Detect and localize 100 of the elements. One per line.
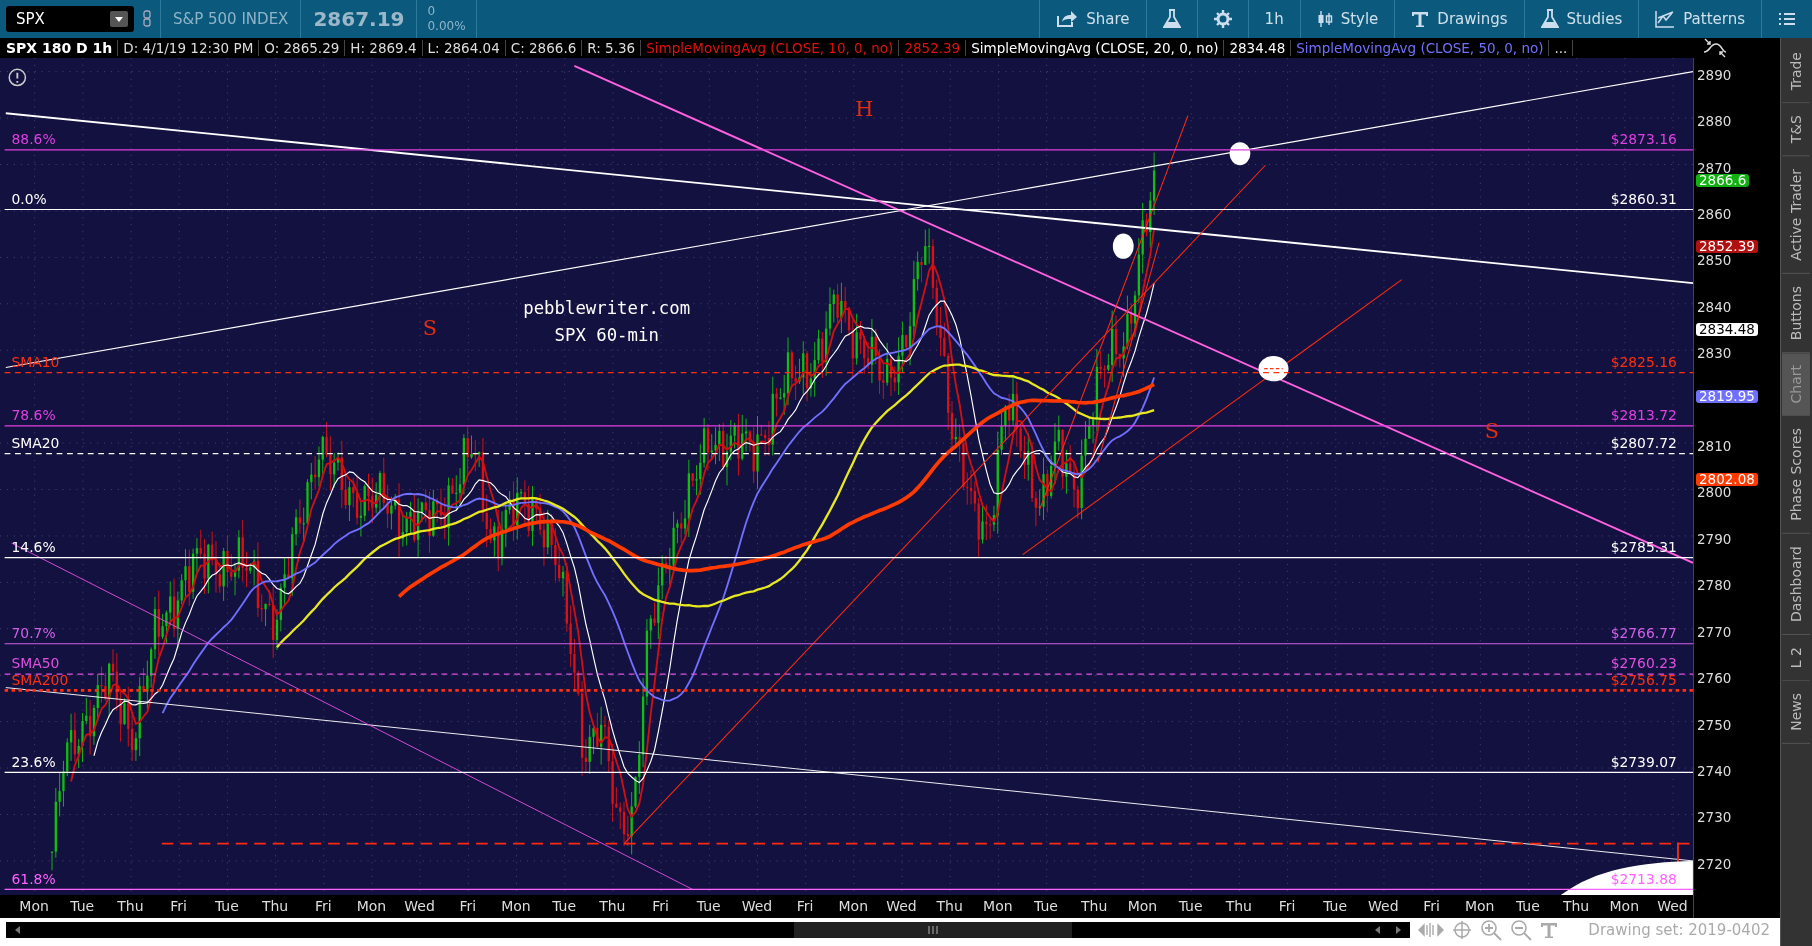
text-icon bbox=[1411, 10, 1430, 28]
study-name: SimpleMovingAvg (CLOSE, 10, 0, no) bbox=[641, 40, 900, 56]
level-label: 78.6% bbox=[11, 407, 56, 423]
axis-label: Wed bbox=[403, 897, 436, 916]
price-label: $2739.07 bbox=[1610, 753, 1677, 770]
axis-label: Tue bbox=[1033, 897, 1059, 916]
study-value: 2834.48 bbox=[1224, 40, 1292, 56]
ohlc-field: D: 4/1/19 12:30 PM bbox=[118, 40, 260, 56]
price-label: $2807.72 bbox=[1610, 434, 1677, 451]
chart-annotation: S bbox=[422, 316, 437, 341]
axis-label: 2790 bbox=[1697, 532, 1732, 545]
axis-label: Thu bbox=[1080, 897, 1109, 916]
percent-change: 0.00% bbox=[427, 19, 466, 34]
symbol-dropdown[interactable]: SPX bbox=[6, 6, 134, 32]
study-value: 2852.39 bbox=[899, 40, 967, 56]
price-label: $2756.75 bbox=[1610, 671, 1677, 688]
price-badge: 2819.95 bbox=[1696, 390, 1758, 404]
axis-label: 2880 bbox=[1697, 115, 1732, 128]
axis-label: Tue bbox=[69, 897, 96, 916]
scrollbar[interactable] bbox=[6, 922, 1410, 938]
ohlc-field: L: 2864.04 bbox=[422, 40, 506, 56]
axis-label: 2780 bbox=[1697, 579, 1732, 592]
axis-label: Thu bbox=[1224, 897, 1253, 916]
axis-label: Tue bbox=[1322, 897, 1349, 916]
level-label: 88.6% bbox=[11, 131, 56, 148]
price-badge: 2802.08 bbox=[1696, 473, 1758, 487]
study-name: SimpleMovingAvg (CLOSE, 50, 0, no) bbox=[1291, 40, 1550, 56]
warning-icon[interactable] bbox=[8, 68, 27, 87]
chart-annotation: H bbox=[855, 96, 874, 121]
price-badge: 2852.39 bbox=[1696, 239, 1758, 253]
scroll-right-icon[interactable] bbox=[1394, 925, 1402, 935]
axis-label: Fri bbox=[169, 897, 188, 916]
ellipse-marker bbox=[1258, 355, 1289, 382]
share-icon bbox=[1056, 10, 1079, 28]
chart-caption: pebblewriter.com bbox=[523, 298, 691, 319]
axis-label: 2740 bbox=[1697, 765, 1732, 778]
chart-caption: SPX 60-min bbox=[554, 324, 659, 345]
price-label: $2760.23 bbox=[1610, 655, 1677, 672]
axis-label: Thu bbox=[598, 897, 627, 916]
grip-icon bbox=[927, 926, 939, 934]
axis-label: Mon bbox=[1126, 897, 1159, 916]
axis-label: Mon bbox=[982, 897, 1014, 916]
axis-label: 2770 bbox=[1697, 625, 1732, 638]
axis-label: Mon bbox=[500, 897, 532, 916]
chart-annotation: S bbox=[1484, 419, 1499, 443]
axis-label: 2840 bbox=[1697, 300, 1732, 313]
scroll-thumb[interactable] bbox=[794, 922, 1072, 938]
ohlc-field: C: 2866.6 bbox=[505, 40, 583, 56]
axis-label: Fri bbox=[795, 897, 815, 916]
axis-label: 2870 bbox=[1697, 161, 1732, 174]
level-label: 70.7% bbox=[11, 625, 56, 641]
axis-label: Fri bbox=[1277, 897, 1297, 916]
axis-label: Fri bbox=[651, 897, 670, 916]
axis-label: Fri bbox=[1422, 897, 1441, 916]
axis-label: Fri bbox=[313, 897, 333, 916]
pattern-icon bbox=[1655, 10, 1676, 28]
flask-icon bbox=[1540, 9, 1559, 29]
level-label: SMA50 bbox=[11, 655, 60, 672]
candle-icon bbox=[1316, 10, 1333, 28]
axis-label: Tue bbox=[1177, 897, 1204, 916]
axis-label: Tue bbox=[213, 897, 240, 916]
axis-label: 2850 bbox=[1697, 254, 1732, 267]
price-badge: 2834.48 bbox=[1696, 322, 1758, 336]
ellipse-marker bbox=[1229, 142, 1251, 166]
axis-label: Thu bbox=[935, 897, 964, 916]
ellipse-marker bbox=[1112, 233, 1134, 259]
menu-icon bbox=[1778, 12, 1796, 26]
chart-title: SPX 180 D 1h bbox=[0, 40, 119, 56]
price-label: $2813.72 bbox=[1610, 407, 1677, 423]
axis-label: Tue bbox=[551, 897, 578, 916]
axis-label: Thu bbox=[1561, 897, 1591, 916]
axis-label: Fri bbox=[458, 897, 478, 916]
scroll-left-icon[interactable] bbox=[14, 925, 22, 935]
price-label: $2873.16 bbox=[1610, 131, 1677, 148]
price-label: $2860.31 bbox=[1610, 190, 1677, 207]
axis-label: Mon bbox=[837, 897, 870, 916]
axis-label: 2720 bbox=[1697, 857, 1732, 870]
auto-scale-icon[interactable] bbox=[1702, 38, 1728, 58]
axis-label: Wed bbox=[1367, 897, 1400, 916]
axis-label: 2890 bbox=[1697, 68, 1732, 81]
level-label: SMA200 bbox=[11, 671, 69, 688]
more-studies[interactable]: ... bbox=[1549, 40, 1574, 56]
axis-label: 2810 bbox=[1697, 440, 1732, 453]
axis-label: Thu bbox=[260, 897, 290, 916]
axis-label: Wed bbox=[1656, 897, 1689, 916]
link-icon[interactable] bbox=[142, 10, 152, 28]
axis-label: 2730 bbox=[1697, 811, 1732, 824]
scroll-left-icon[interactable] bbox=[1374, 925, 1382, 935]
axis-label: 2860 bbox=[1697, 207, 1732, 220]
level-label: 0.0% bbox=[11, 190, 47, 207]
flask-icon bbox=[1162, 9, 1181, 29]
axis-label: Wed bbox=[740, 897, 774, 916]
price-label: $2713.88 bbox=[1610, 870, 1677, 887]
axis-label: 2760 bbox=[1697, 672, 1732, 685]
axis-label: 2750 bbox=[1697, 718, 1732, 731]
ohlc-field: R: 5.36 bbox=[582, 40, 642, 56]
axis-label: 2800 bbox=[1697, 486, 1732, 499]
axis-label: Tue bbox=[1514, 897, 1541, 916]
axis-label: Mon bbox=[18, 897, 50, 916]
level-label: SMA20 bbox=[11, 434, 60, 451]
